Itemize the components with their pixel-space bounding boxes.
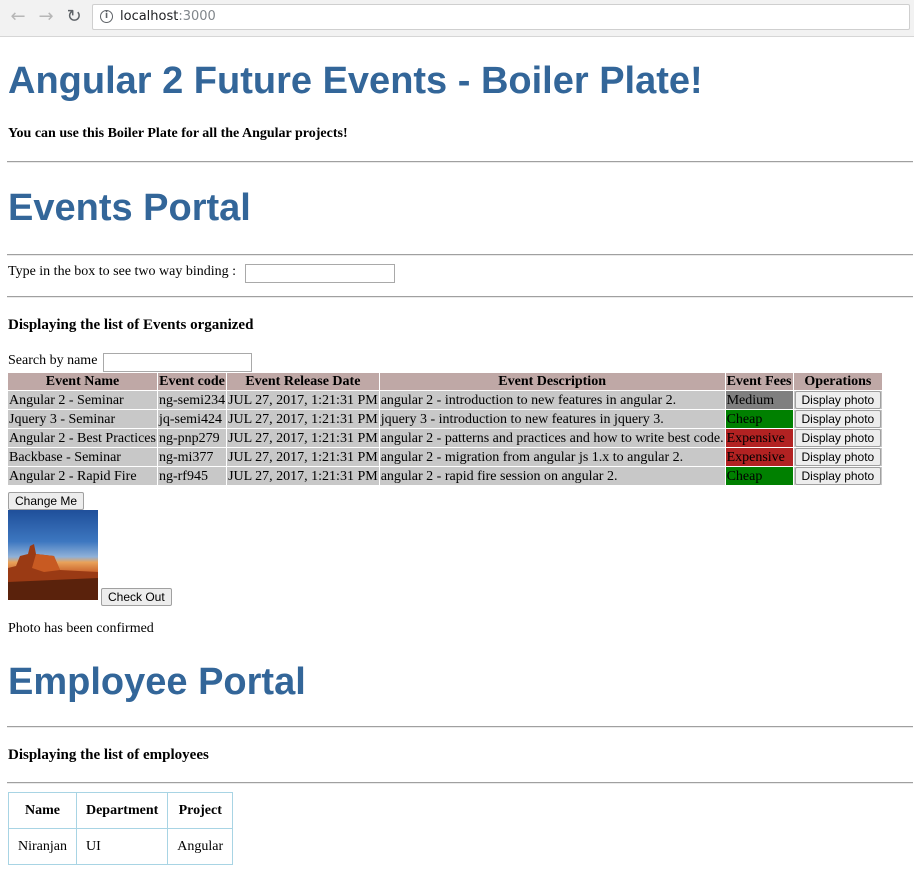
event-description: angular 2 - rapid fire session on angula… (379, 467, 725, 485)
arrow-right-icon[interactable]: → (34, 5, 58, 29)
event-name: Angular 2 - Seminar (8, 391, 157, 409)
display-photo-button[interactable]: Display photo (794, 467, 882, 485)
events-portal-heading: Events Portal (8, 187, 251, 229)
binding-input[interactable] (245, 264, 395, 283)
operations-cell: Display photo (793, 467, 883, 485)
operations-cell: Display photo (793, 429, 883, 447)
column-header[interactable]: Event Name (8, 373, 157, 390)
employee-name: Niranjan (8, 828, 77, 865)
event-code: ng-rf945 (157, 467, 227, 485)
events-list-heading: Displaying the list of Events organized (8, 317, 254, 333)
url-host: localhost (120, 9, 179, 24)
event-description: angular 2 - introduction to new features… (379, 391, 725, 409)
event-date: JUL 27, 2017, 1:21:31 PM (227, 391, 379, 409)
employees-list-heading: Displaying the list of employees (8, 747, 209, 763)
events-header-row: Event Name Event code Event Release Date… (8, 373, 883, 390)
table-row: Angular 2 - Best Practices ng-pnp279 JUL… (8, 429, 883, 447)
event-fee: Cheap (725, 467, 793, 485)
display-photo-button[interactable]: Display photo (794, 448, 882, 466)
check-out-button[interactable]: Check Out (101, 588, 172, 606)
event-date: JUL 27, 2017, 1:21:31 PM (227, 429, 379, 447)
binding-label: Type in the box to see two way binding : (8, 264, 237, 279)
event-code: ng-mi377 (157, 448, 227, 466)
display-photo-button[interactable]: Display photo (794, 429, 882, 447)
divider (7, 296, 913, 298)
event-code: ng-semi234 (157, 391, 227, 409)
event-description: angular 2 - patterns and practices and h… (379, 429, 725, 447)
employee-department: UI (75, 828, 169, 865)
events-table: Event Name Event code Event Release Date… (7, 372, 883, 486)
event-name: Angular 2 - Best Practices (8, 429, 157, 447)
event-code: jq-semi424 (157, 410, 227, 428)
column-header: Name (8, 792, 77, 829)
event-date: JUL 27, 2017, 1:21:31 PM (227, 467, 379, 485)
column-header[interactable]: Operations (793, 373, 883, 390)
search-label: Search by name (8, 353, 98, 368)
table-row: Angular 2 - Rapid Fire ng-rf945 JUL 27, … (8, 467, 883, 485)
display-photo-button[interactable]: Display photo (794, 410, 882, 428)
browser-toolbar: ← → ↻ i localhost:3000 (0, 0, 914, 37)
arrow-left-icon[interactable]: ← (6, 5, 30, 29)
desert-mesa-image (8, 544, 98, 600)
search-input[interactable] (103, 353, 252, 372)
divider (7, 726, 913, 728)
table-row: Angular 2 - Seminar ng-semi234 JUL 27, 2… (8, 391, 883, 409)
table-row: Niranjan UI Angular (8, 828, 234, 865)
event-name: Angular 2 - Rapid Fire (8, 467, 157, 485)
employee-portal-heading: Employee Portal (8, 661, 306, 703)
employees-table: Name Department Project Niranjan UI Angu… (8, 792, 234, 865)
employee-project: Angular (167, 828, 234, 865)
table-row: Jquery 3 - Seminar jq-semi424 JUL 27, 20… (8, 410, 883, 428)
table-row: Backbase - Seminar ng-mi377 JUL 27, 2017… (8, 448, 883, 466)
change-me-button[interactable]: Change Me (8, 492, 85, 510)
info-icon[interactable]: i (100, 10, 113, 23)
column-header[interactable]: Event code (157, 373, 227, 390)
display-photo-button[interactable]: Display photo (794, 391, 882, 409)
address-bar[interactable]: i localhost:3000 (92, 4, 910, 30)
column-header[interactable]: Event Release Date (227, 373, 379, 390)
event-fee: Medium (725, 391, 793, 409)
event-name: Backbase - Seminar (8, 448, 157, 466)
divider (7, 254, 913, 256)
operations-cell: Display photo (793, 410, 883, 428)
event-description: angular 2 - migration from angular js 1.… (379, 448, 725, 466)
page-subtitle: You can use this Boiler Plate for all th… (8, 126, 348, 141)
employees-header-row: Name Department Project (8, 792, 234, 829)
event-description: jquery 3 - introduction to new features … (379, 410, 725, 428)
event-name: Jquery 3 - Seminar (8, 410, 157, 428)
event-photo (8, 510, 98, 600)
divider (7, 161, 913, 163)
event-code: ng-pnp279 (157, 429, 227, 447)
event-fee: Expensive (725, 429, 793, 447)
event-date: JUL 27, 2017, 1:21:31 PM (227, 448, 379, 466)
reload-icon[interactable]: ↻ (62, 5, 86, 29)
event-date: JUL 27, 2017, 1:21:31 PM (227, 410, 379, 428)
operations-cell: Display photo (793, 391, 883, 409)
url-port: :3000 (178, 9, 216, 24)
confirmation-text: Photo has been confirmed (8, 621, 154, 636)
column-header: Project (167, 792, 234, 829)
event-fee: Expensive (725, 448, 793, 466)
page-title: Angular 2 Future Events - Boiler Plate! (8, 60, 703, 102)
column-header[interactable]: Event Fees (725, 373, 793, 390)
url-text: localhost:3000 (120, 8, 216, 26)
operations-cell: Display photo (793, 448, 883, 466)
column-header[interactable]: Event Description (379, 373, 725, 390)
divider (7, 782, 913, 784)
event-fee: Cheap (725, 410, 793, 428)
column-header: Department (75, 792, 169, 829)
